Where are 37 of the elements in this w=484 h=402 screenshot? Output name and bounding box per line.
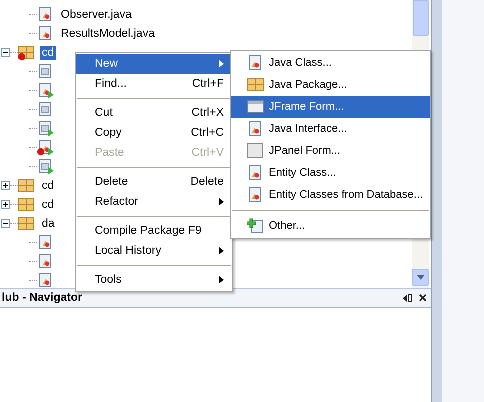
tree-node[interactable]: cd: [40, 46, 56, 60]
tree-node[interactable]: ResultsModel.java: [59, 26, 157, 40]
tree-node[interactable]: cd: [40, 178, 56, 192]
minimize-icon[interactable]: [403, 294, 412, 302]
menu-item[interactable]: Refactor: [76, 192, 232, 212]
collapse-icon[interactable]: [1, 48, 10, 57]
menu-item[interactable]: Other...: [231, 215, 430, 237]
menu-item[interactable]: Cut Ctrl+X: [76, 103, 232, 123]
menu-item[interactable]: JPanel Form...: [231, 140, 430, 162]
menu-item[interactable]: Find... Ctrl+F: [76, 74, 232, 94]
menu-item[interactable]: Copy Ctrl+C: [76, 123, 232, 143]
down-arrow-icon: [416, 275, 424, 280]
scrollbar-thumb[interactable]: [412, 0, 428, 36]
menu-item[interactable]: Delete Delete: [76, 172, 232, 192]
tree-node[interactable]: da: [40, 216, 57, 230]
menu-item[interactable]: Entity Classes from Database...: [231, 184, 430, 206]
collapse-icon[interactable]: [1, 219, 10, 228]
menu-item[interactable]: Java Interface...: [231, 118, 430, 140]
menu-item[interactable]: Java Class...: [231, 52, 430, 74]
menu-item[interactable]: Entity Class...: [231, 162, 430, 184]
close-icon[interactable]: [419, 294, 427, 302]
tree-node[interactable]: cd: [40, 198, 56, 212]
submenu-arrow-icon: [219, 60, 224, 68]
expand-icon[interactable]: [1, 200, 10, 209]
menu-item[interactable]: Tools: [76, 270, 232, 290]
menu-item[interactable]: JFrame Form...: [231, 96, 430, 118]
submenu-arrow-icon: [219, 247, 224, 255]
tree-node[interactable]: Observer.java: [59, 8, 134, 22]
menu-item[interactable]: Compile Package F9: [76, 221, 232, 241]
panel-title: lub - Navigator: [2, 292, 84, 304]
submenu-arrow-icon: [219, 198, 224, 206]
expand-icon[interactable]: [1, 181, 10, 190]
submenu-arrow-icon: [219, 276, 224, 284]
scroll-down-button[interactable]: [412, 269, 429, 286]
menu-item[interactable]: New: [76, 54, 232, 74]
menu-item[interactable]: Java Package...: [231, 74, 430, 96]
menu-item[interactable]: Local History: [76, 241, 232, 261]
